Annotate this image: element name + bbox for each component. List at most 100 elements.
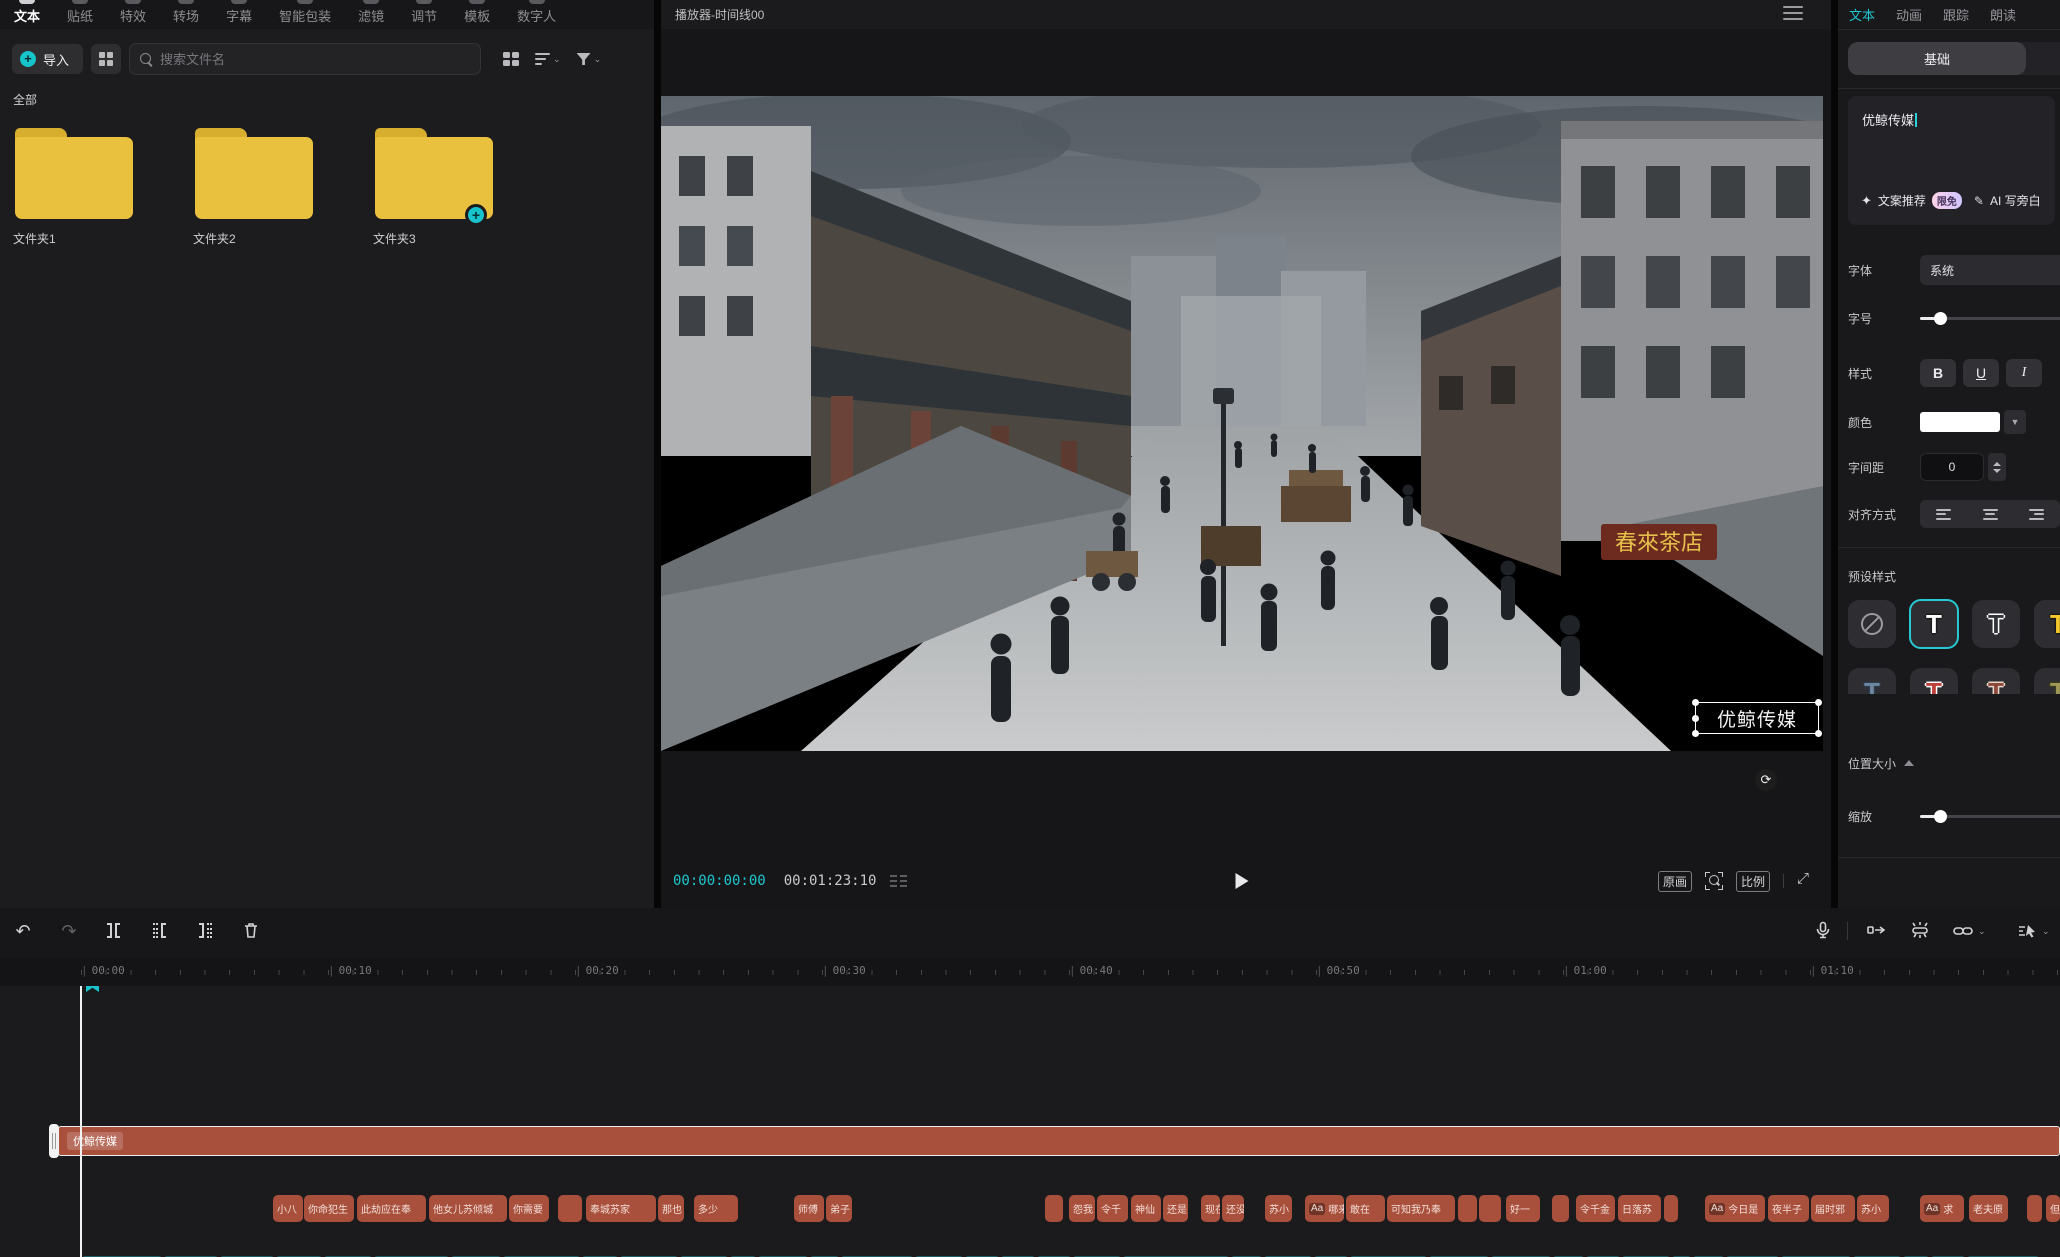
- subtitle-clip[interactable]: 还是: [1163, 1195, 1188, 1222]
- hamburger-menu-icon[interactable]: [1783, 6, 1803, 20]
- preset-text-style[interactable]: T: [2034, 668, 2060, 694]
- tab-贴纸[interactable]: 贴纸: [67, 0, 93, 25]
- zoom-fit-icon[interactable]: [1705, 872, 1723, 890]
- scale-slider[interactable]: [1920, 815, 2060, 818]
- timeline-ruler[interactable]: 00:0000:1000:2000:3000:4000:5001:0001:10: [0, 958, 2060, 986]
- fullscreen-icon[interactable]: [1797, 873, 1813, 889]
- subtitle-clip[interactable]: [2027, 1195, 2042, 1222]
- subtitle-clip[interactable]: Aa求: [1920, 1195, 1964, 1222]
- subtitle-clip[interactable]: 师傅: [794, 1195, 824, 1222]
- tab-特效[interactable]: 特效: [120, 0, 146, 25]
- subtitle-clip[interactable]: [1552, 1195, 1569, 1222]
- search-box[interactable]: [129, 43, 481, 75]
- subtitle-clip[interactable]: [1479, 1195, 1501, 1222]
- letter-spacing-input[interactable]: 0: [1920, 453, 1984, 481]
- subtitle-clip[interactable]: 苏小: [1265, 1195, 1292, 1222]
- redo-button[interactable]: ↷: [58, 920, 80, 942]
- tab-智能包装[interactable]: 智能包装: [279, 0, 331, 25]
- selection-handle[interactable]: [1815, 730, 1822, 737]
- subtitle-clip[interactable]: 你命犯生: [304, 1195, 354, 1222]
- rotate-handle-icon[interactable]: ⟳: [1755, 769, 1777, 791]
- slider-thumb[interactable]: [1934, 810, 1947, 823]
- subtitle-clip[interactable]: [558, 1195, 582, 1222]
- subtitle-clip[interactable]: [1458, 1195, 1477, 1222]
- filter-button[interactable]: ⌄: [577, 53, 602, 65]
- grid-view-button[interactable]: [503, 52, 519, 66]
- undo-button[interactable]: ↶: [12, 920, 34, 942]
- material-layout-button[interactable]: [91, 44, 121, 74]
- subtitle-clip[interactable]: 现在: [1201, 1195, 1220, 1222]
- subtitle-clip[interactable]: 弟子: [826, 1195, 852, 1222]
- record-voiceover-button[interactable]: [1812, 920, 1834, 942]
- subtitle-clip[interactable]: 小八: [273, 1195, 303, 1222]
- subtitle-clip[interactable]: 怨我: [1069, 1195, 1095, 1222]
- tab-滤镜[interactable]: 滤镜: [358, 0, 384, 25]
- selection-handle[interactable]: [1692, 699, 1699, 706]
- position-section-label[interactable]: 位置大小: [1848, 755, 1914, 772]
- magnetic-snap-button[interactable]: [1908, 920, 1930, 942]
- aspect-ratio-button[interactable]: 比例: [1736, 871, 1770, 892]
- subtitle-clip[interactable]: 他女儿苏倾城: [429, 1195, 507, 1222]
- color-swatch[interactable]: [1920, 412, 2000, 432]
- align-center-button[interactable]: [1967, 500, 2014, 528]
- subtitle-clip[interactable]: 还没: [1222, 1195, 1244, 1222]
- slider-thumb[interactable]: [1934, 312, 1947, 325]
- overlay-text[interactable]: 优鲸传媒: [1717, 705, 1797, 732]
- preset-text-style[interactable]: T: [2034, 600, 2060, 648]
- subtitle-clip[interactable]: 令千金: [1576, 1195, 1615, 1222]
- tab-basic[interactable]: 基础: [1848, 42, 2026, 75]
- tab-数字人[interactable]: 数字人: [517, 0, 556, 25]
- folder-item[interactable]: 文件夹1: [13, 128, 147, 247]
- subtitle-clip[interactable]: 但: [2046, 1195, 2060, 1222]
- text-overlay-selection[interactable]: 优鲸传媒: [1695, 702, 1819, 734]
- font-size-slider[interactable]: [1920, 317, 2060, 320]
- align-right-button[interactable]: [2013, 500, 2060, 528]
- split-keep-left-button[interactable]: [148, 920, 170, 942]
- tab-模板[interactable]: 模板: [464, 0, 490, 25]
- frame-columns-icon[interactable]: [890, 875, 907, 887]
- tab-转场[interactable]: 转场: [173, 0, 199, 25]
- underline-button[interactable]: U: [1963, 359, 1999, 387]
- subtitle-clip[interactable]: [1664, 1195, 1678, 1222]
- bold-button[interactable]: B: [1920, 359, 1956, 387]
- preset-text-style[interactable]: T: [1910, 668, 1958, 694]
- subtitle-clip[interactable]: 可知我乃奉: [1387, 1195, 1455, 1222]
- selection-handle[interactable]: [1692, 730, 1699, 737]
- tab-调节[interactable]: 调节: [411, 0, 437, 25]
- text-track-left-handle[interactable]: [49, 1124, 59, 1158]
- tab-文本[interactable]: 文本: [14, 0, 40, 25]
- align-left-button[interactable]: [1920, 500, 1967, 528]
- subtitle-clip[interactable]: 令千: [1097, 1195, 1128, 1222]
- copy-suggest-button[interactable]: 文案推荐: [1878, 192, 1926, 209]
- marker-flag-icon[interactable]: [86, 986, 99, 992]
- subtitle-clip[interactable]: [1045, 1195, 1063, 1222]
- split-button[interactable]: [102, 920, 124, 942]
- subtitle-clip[interactable]: Aa今日是: [1705, 1195, 1765, 1222]
- add-to-track-icon[interactable]: +: [465, 204, 487, 226]
- subtitle-clip[interactable]: 夜半子: [1768, 1195, 1809, 1222]
- inspector-tab-跟踪[interactable]: 跟踪: [1943, 5, 1969, 24]
- subtitle-clip[interactable]: 多少: [694, 1195, 738, 1222]
- search-input[interactable]: [160, 52, 470, 67]
- italic-button[interactable]: I: [2006, 359, 2042, 387]
- subtitle-clip[interactable]: Aa哪来: [1305, 1195, 1344, 1222]
- preset-text-style[interactable]: T: [1972, 668, 2020, 694]
- spacing-stepper[interactable]: [1988, 453, 2006, 481]
- selection-handle[interactable]: [1692, 715, 1699, 722]
- subtitle-clip[interactable]: 敢在: [1346, 1195, 1385, 1222]
- subtitle-clip[interactable]: 此劫应在奉: [357, 1195, 426, 1222]
- text-value[interactable]: 优鲸传媒: [1862, 113, 1914, 128]
- preset-text-style[interactable]: T: [1972, 600, 2020, 648]
- text-content-box[interactable]: 优鲸传媒 ✦ 文案推荐 限免 ✎ AI 写旁白: [1848, 96, 2055, 225]
- subtitle-clip[interactable]: 你需要: [509, 1195, 549, 1222]
- import-button[interactable]: + 导入: [12, 44, 83, 74]
- inspector-tab-动画[interactable]: 动画: [1896, 5, 1922, 24]
- inspector-tab-朗读[interactable]: 朗读: [1990, 5, 2016, 24]
- auto-ripple-button[interactable]: [1866, 920, 1888, 942]
- color-dropdown-caret[interactable]: ▼: [2004, 410, 2026, 434]
- subtitle-clip[interactable]: 神仙: [1131, 1195, 1161, 1222]
- preset-none[interactable]: [1848, 600, 1896, 648]
- subtitle-clip[interactable]: 好一: [1506, 1195, 1540, 1222]
- preset-text-style[interactable]: T: [1910, 600, 1958, 648]
- text-track[interactable]: 优鲸传媒: [58, 1126, 2060, 1156]
